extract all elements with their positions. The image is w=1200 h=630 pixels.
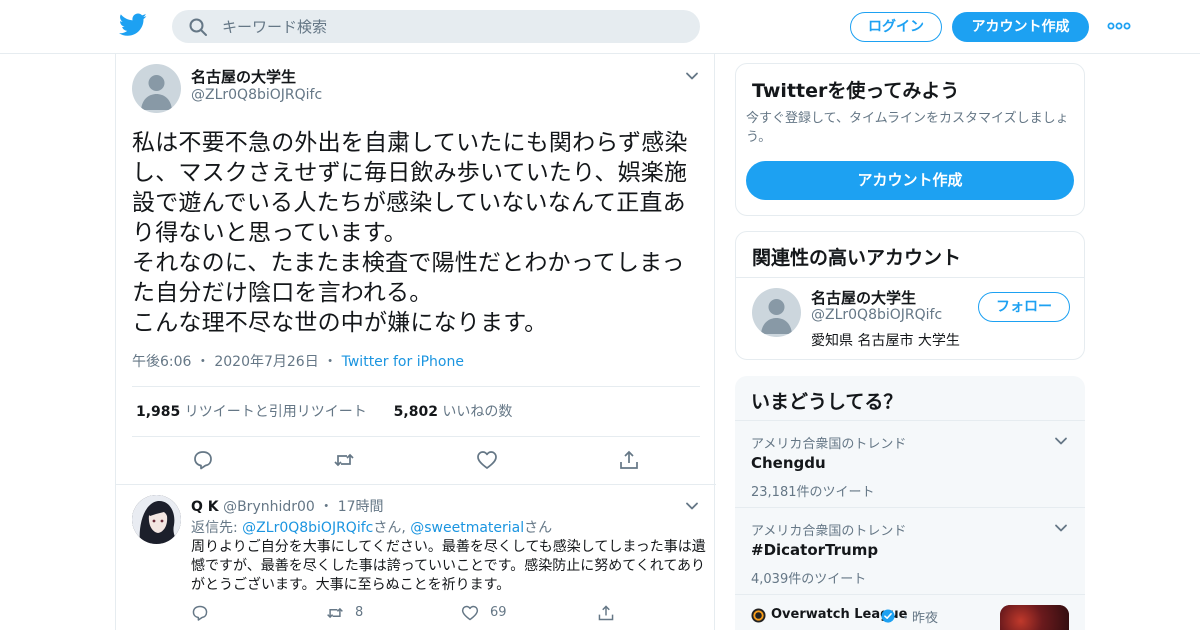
retweet-stat[interactable]: 1,985 リツイートと引用リツイート <box>136 404 367 420</box>
trends-card-title: いまどうしてる？ <box>751 391 903 413</box>
trend-location: アメリカ合衆国のトレンド <box>751 524 907 539</box>
author-handle[interactable]: @ZLr0Q8biOJRQifc <box>191 87 322 103</box>
reply-like-count: 69 <box>490 605 507 620</box>
trend-item[interactable]: アメリカ合衆国のトレンド #DicatorTrump 4,039件のツイート <box>735 507 1085 594</box>
trend-item[interactable]: アメリカ合衆国のトレンド Chengdu 23,181件のツイート <box>735 420 1085 507</box>
like-stat-label: いいねの数 <box>442 404 513 420</box>
retweet-stat-label: リツイートと引用リツイート <box>184 404 367 420</box>
related-avatar[interactable] <box>752 288 801 337</box>
top-header: ログイン アカウント作成 <box>0 0 1200 54</box>
default-avatar-icon <box>141 75 172 110</box>
reply-author-handle[interactable]: @Brynhidr00 <box>223 499 315 515</box>
author-name[interactable]: 名古屋の大学生 <box>191 66 296 87</box>
signup-card-button[interactable]: アカウント作成 <box>746 161 1074 200</box>
trends-card: いまどうしてる？ アメリカ合衆国のトレンド Chengdu 23,181件のツイ… <box>735 376 1085 630</box>
search-icon <box>189 18 207 36</box>
reply-time[interactable]: 17時間 <box>338 499 384 515</box>
reply-actions: 8 69 <box>191 604 671 624</box>
related-handle[interactable]: @ZLr0Q8biOJRQifc <box>811 307 942 323</box>
tweet-metadata: 午後6:06 ・ 2020年7月26日 ・ Twitter for iPhone <box>132 351 464 371</box>
news-thumbnail[interactable] <box>1000 605 1069 630</box>
avatar[interactable] <box>132 64 181 113</box>
tweet-text: 私は不要不急の外出を自粛していたにも関わらず感染し、マスクさえせずに毎日飲み歩い… <box>132 130 688 336</box>
anime-avatar-icon <box>132 495 181 544</box>
reply-text: 周りよりご自分を大事にしてください。最善を尽くしても感染してしまった事は遺憾です… <box>191 539 706 593</box>
related-name[interactable]: 名古屋の大学生 <box>811 287 916 308</box>
verified-badge-icon <box>881 609 895 623</box>
tweet-stats: 1,985 リツイートと引用リツイート 5,802 いいねの数 <box>136 401 512 421</box>
reply-mention-link[interactable]: @sweetmaterial <box>410 520 524 536</box>
replying-to: 返信先: @ZLr0Q8biOJRQifcさん, @sweetmaterialさ… <box>191 517 552 537</box>
like-stat[interactable]: 5,802 いいねの数 <box>394 404 513 420</box>
search-input[interactable] <box>222 10 682 43</box>
reply-icon[interactable] <box>191 604 209 622</box>
divider <box>116 484 716 485</box>
separator: ・ <box>319 499 334 515</box>
honorific-label: さん <box>524 520 553 536</box>
login-button[interactable]: ログイン <box>850 12 942 42</box>
trend-count: 23,181件のツイート <box>751 485 875 500</box>
divider <box>736 277 1084 278</box>
related-accounts-card: 関連性の高いアカウント 名古屋の大学生 @ZLr0Q8biOJRQifc 愛知県… <box>735 231 1085 360</box>
signup-card: Twitterを使ってみよう 今すぐ登録して、タイムラインをカスタマイズしましょ… <box>735 63 1085 216</box>
twitter-logo-icon[interactable] <box>119 13 147 37</box>
overwatch-logo-icon <box>751 608 766 623</box>
signup-card-description: 今すぐ登録して、タイムラインをカスタマイズしましょう。 <box>746 111 1069 145</box>
tweet-time[interactable]: 午後6:06 <box>132 354 191 370</box>
tweet-actions <box>116 449 716 473</box>
search-box[interactable] <box>172 10 700 43</box>
share-icon[interactable] <box>597 604 615 622</box>
chevron-down-icon[interactable] <box>1053 433 1069 449</box>
thumbnail-image <box>1000 605 1069 630</box>
default-avatar-icon <box>761 299 792 334</box>
share-icon[interactable] <box>618 449 640 471</box>
trend-count: 4,039件のツイート <box>751 572 867 587</box>
retweet-icon[interactable] <box>333 449 355 471</box>
heart-icon[interactable] <box>461 604 479 622</box>
follow-button[interactable]: フォロー <box>978 292 1070 322</box>
trend-name[interactable]: #DicatorTrump <box>751 541 878 559</box>
retweet-count: 1,985 <box>136 404 181 420</box>
chevron-down-icon[interactable] <box>684 498 700 514</box>
chevron-down-icon[interactable] <box>1053 520 1069 536</box>
heart-icon[interactable] <box>476 449 498 471</box>
more-options-icon[interactable] <box>1106 14 1132 38</box>
reply-author-name[interactable]: Q K <box>191 499 219 515</box>
related-bio: 愛知県 名古屋市 大学生 <box>811 333 960 349</box>
honorific-label: さん, <box>373 520 406 536</box>
reply-header: Q K @Brynhidr00 ・ 17時間 <box>191 496 384 516</box>
reply-retweet-count: 8 <box>355 605 364 620</box>
divider <box>132 436 700 437</box>
chevron-down-icon[interactable] <box>684 68 700 84</box>
signup-card-title: Twitterを使ってみよう <box>752 80 960 102</box>
trend-location: アメリカ合衆国のトレンド <box>751 437 907 452</box>
trend-name[interactable]: Chengdu <box>751 454 826 472</box>
tweet-source-link[interactable]: Twitter for iPhone <box>342 354 464 370</box>
separator: ・ <box>195 354 210 370</box>
main-column: 名古屋の大学生 @ZLr0Q8biOJRQifc 私は不要不急の外出を自粛してい… <box>115 54 716 630</box>
separator: ・ <box>323 354 338 370</box>
reply-icon[interactable] <box>192 449 214 471</box>
tweet-date[interactable]: 2020年7月26日 <box>214 354 318 370</box>
like-count: 5,802 <box>393 404 438 420</box>
divider <box>132 386 700 387</box>
news-time-label: 昨夜 <box>912 611 939 626</box>
replying-to-label: 返信先: <box>191 520 238 536</box>
news-item[interactable]: Overwatch League ・昨夜 <box>735 594 1085 630</box>
signup-button[interactable]: アカウント作成 <box>952 12 1089 42</box>
news-time: ・昨夜 <box>899 607 938 626</box>
reply-mention-link[interactable]: @ZLr0Q8biOJRQifc <box>242 520 373 536</box>
retweet-icon[interactable] <box>326 604 344 622</box>
related-card-title: 関連性の高いアカウント <box>752 247 962 269</box>
reply-avatar[interactable] <box>132 495 181 544</box>
separator: ・ <box>899 611 913 626</box>
